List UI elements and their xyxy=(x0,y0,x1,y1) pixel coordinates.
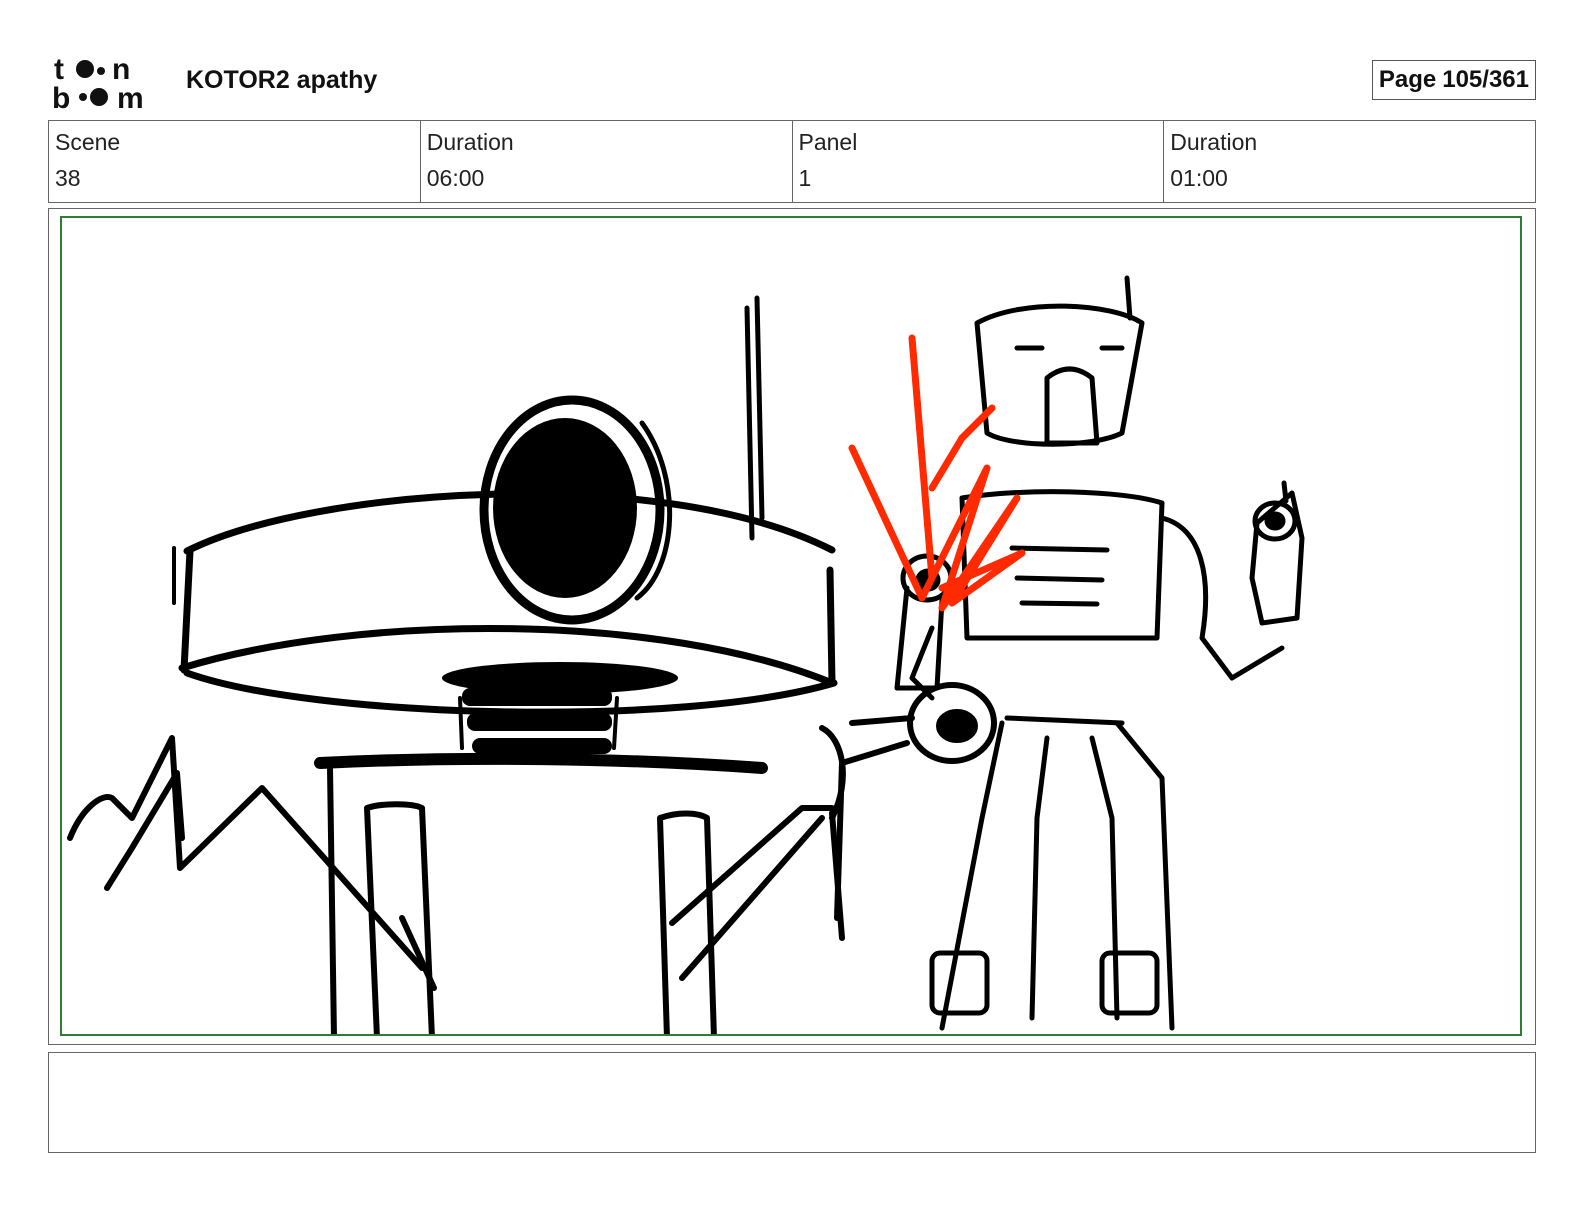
panel-duration-cell: Duration 01:00 xyxy=(1163,121,1535,202)
scene-cell: Scene 38 xyxy=(49,121,420,202)
project-title: KOTOR2 apathy xyxy=(186,66,378,94)
droid-eye xyxy=(479,395,673,625)
scene-info-table: Scene 38 Duration 06:00 Panel 1 Duration… xyxy=(48,120,1536,203)
panel-cell: Panel 1 xyxy=(791,121,1164,202)
scene-duration-label: Duration xyxy=(426,129,514,155)
hk-droid xyxy=(909,275,1285,1031)
panel-label: Panel xyxy=(798,129,858,155)
panel-duration-value: 01:00 xyxy=(1170,165,1228,191)
page-label: Page xyxy=(1378,66,1437,93)
page-number: 105/361 xyxy=(1442,66,1529,93)
scene-value: 38 xyxy=(55,165,81,191)
svg-text:m: m xyxy=(117,82,144,110)
droid-body xyxy=(314,752,768,1034)
droid-antenna xyxy=(744,295,765,541)
page-indicator: Page 105/361 xyxy=(1371,60,1536,100)
caption-box xyxy=(48,1052,1536,1153)
storyboard-sketch xyxy=(67,275,1305,1034)
panel-frame xyxy=(48,208,1536,1045)
panel-duration-label: Duration xyxy=(1170,129,1258,155)
svg-text:b: b xyxy=(52,82,70,110)
droid-left-arm xyxy=(67,735,437,991)
storyboard-header: t n b m KOTOR2 apathy Page 105/361 xyxy=(48,50,1536,114)
hk-left-gun xyxy=(894,553,954,691)
panel-value: 1 xyxy=(798,165,812,191)
scene-label: Scene xyxy=(55,129,121,155)
scene-duration-cell: Duration 06:00 xyxy=(419,121,792,202)
panel-image-area xyxy=(60,216,1522,1036)
scene-duration-value: 06:00 xyxy=(426,165,485,191)
toon-boom-logo: t n b m xyxy=(52,53,144,110)
hk-blaster xyxy=(1249,480,1305,626)
blaster-fire-effect xyxy=(848,334,1026,612)
